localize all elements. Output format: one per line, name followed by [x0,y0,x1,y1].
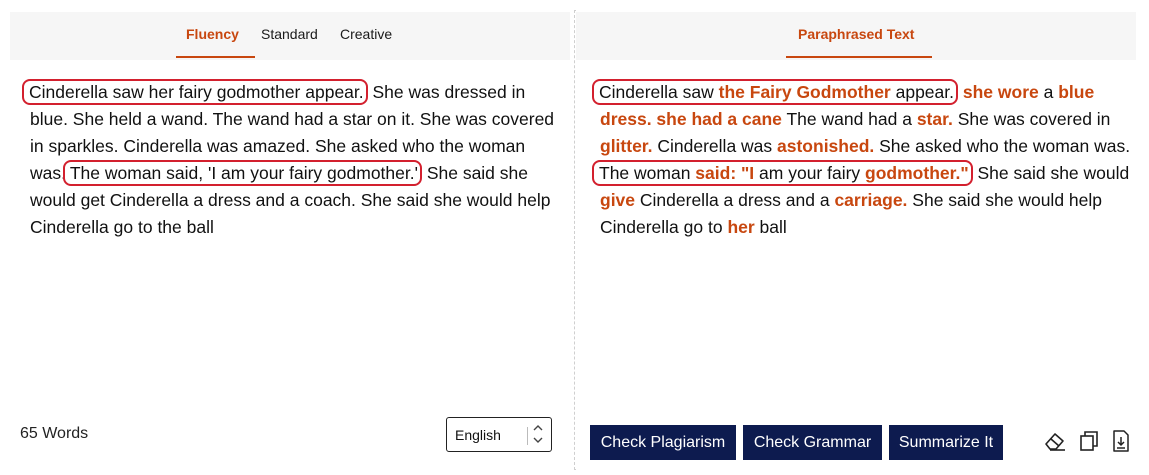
tab-paraphrased-text[interactable]: Paraphrased Text [798,26,914,42]
language-select-divider [527,427,528,445]
download-icon[interactable] [1108,428,1134,454]
changed-word[interactable]: star. [917,109,953,129]
input-text-area[interactable]: Cinderella saw her fairy godmother appea… [22,79,560,241]
tab-fluency[interactable]: Fluency [186,26,239,42]
text-segment: The woman [599,163,696,183]
highlighted-sentence: The woman said, 'I am your fairy godmoth… [62,160,422,186]
output-panel: Paraphrased Text Cinderella saw the Fair… [576,10,1144,470]
check-plagiarism-button[interactable]: Check Plagiarism [590,425,736,460]
eraser-icon[interactable] [1042,428,1068,454]
check-grammar-button[interactable]: Check Grammar [743,425,882,460]
changed-word[interactable]: the Fairy Godmother [719,82,891,102]
language-select[interactable]: English [446,417,552,452]
copy-icon[interactable] [1076,428,1102,454]
text-segment: Cinderella a dress and a [635,190,835,210]
tab-creative[interactable]: Creative [340,26,392,42]
text-segment: appear. [890,82,954,102]
highlighted-sentence: Cinderella saw her fairy godmother appea… [22,79,368,105]
text-segment: She was covered in [952,109,1111,129]
mode-tabbar: Fluency Standard Creative [10,12,570,60]
active-tab-underline [176,56,255,58]
text-segment: The wand had a [781,109,917,129]
text-segment: ball [754,217,787,237]
text-segment: Cinderella was [652,136,778,156]
updown-chevron-icon [531,421,545,451]
text-segment: Cinderella saw [599,82,719,102]
word-count: 65 Words [20,425,89,442]
language-selected-value: English [455,427,501,443]
changed-word[interactable]: godmother." [865,163,969,183]
changed-word[interactable]: said: "I [695,163,754,183]
input-panel: Fluency Standard Creative Cinderella saw… [4,10,574,470]
highlighted-sentence: Cinderella saw the Fairy Godmother appea… [592,79,958,105]
output-text-area: Cinderella saw the Fairy Godmother appea… [592,79,1140,241]
changed-word[interactable]: astonished. [777,136,874,156]
changed-word[interactable]: she wore [963,82,1039,102]
text-segment: She said she would [972,163,1130,183]
changed-word[interactable]: carriage. [834,190,907,210]
changed-word[interactable]: glitter. [600,136,653,156]
active-tab-underline [786,56,932,58]
changed-word[interactable]: her [727,217,754,237]
text-segment: She asked who the woman was. [874,136,1131,156]
text-segment: am your fairy [754,163,866,183]
highlighted-sentence: The woman said: "I am your fairy godmoth… [592,160,973,186]
panel-divider [574,10,575,470]
summarize-button[interactable]: Summarize It [889,425,1003,460]
changed-word[interactable]: give [600,190,635,210]
output-tabbar: Paraphrased Text [576,12,1136,60]
tab-standard[interactable]: Standard [261,26,318,42]
text-segment: a [1038,82,1059,102]
